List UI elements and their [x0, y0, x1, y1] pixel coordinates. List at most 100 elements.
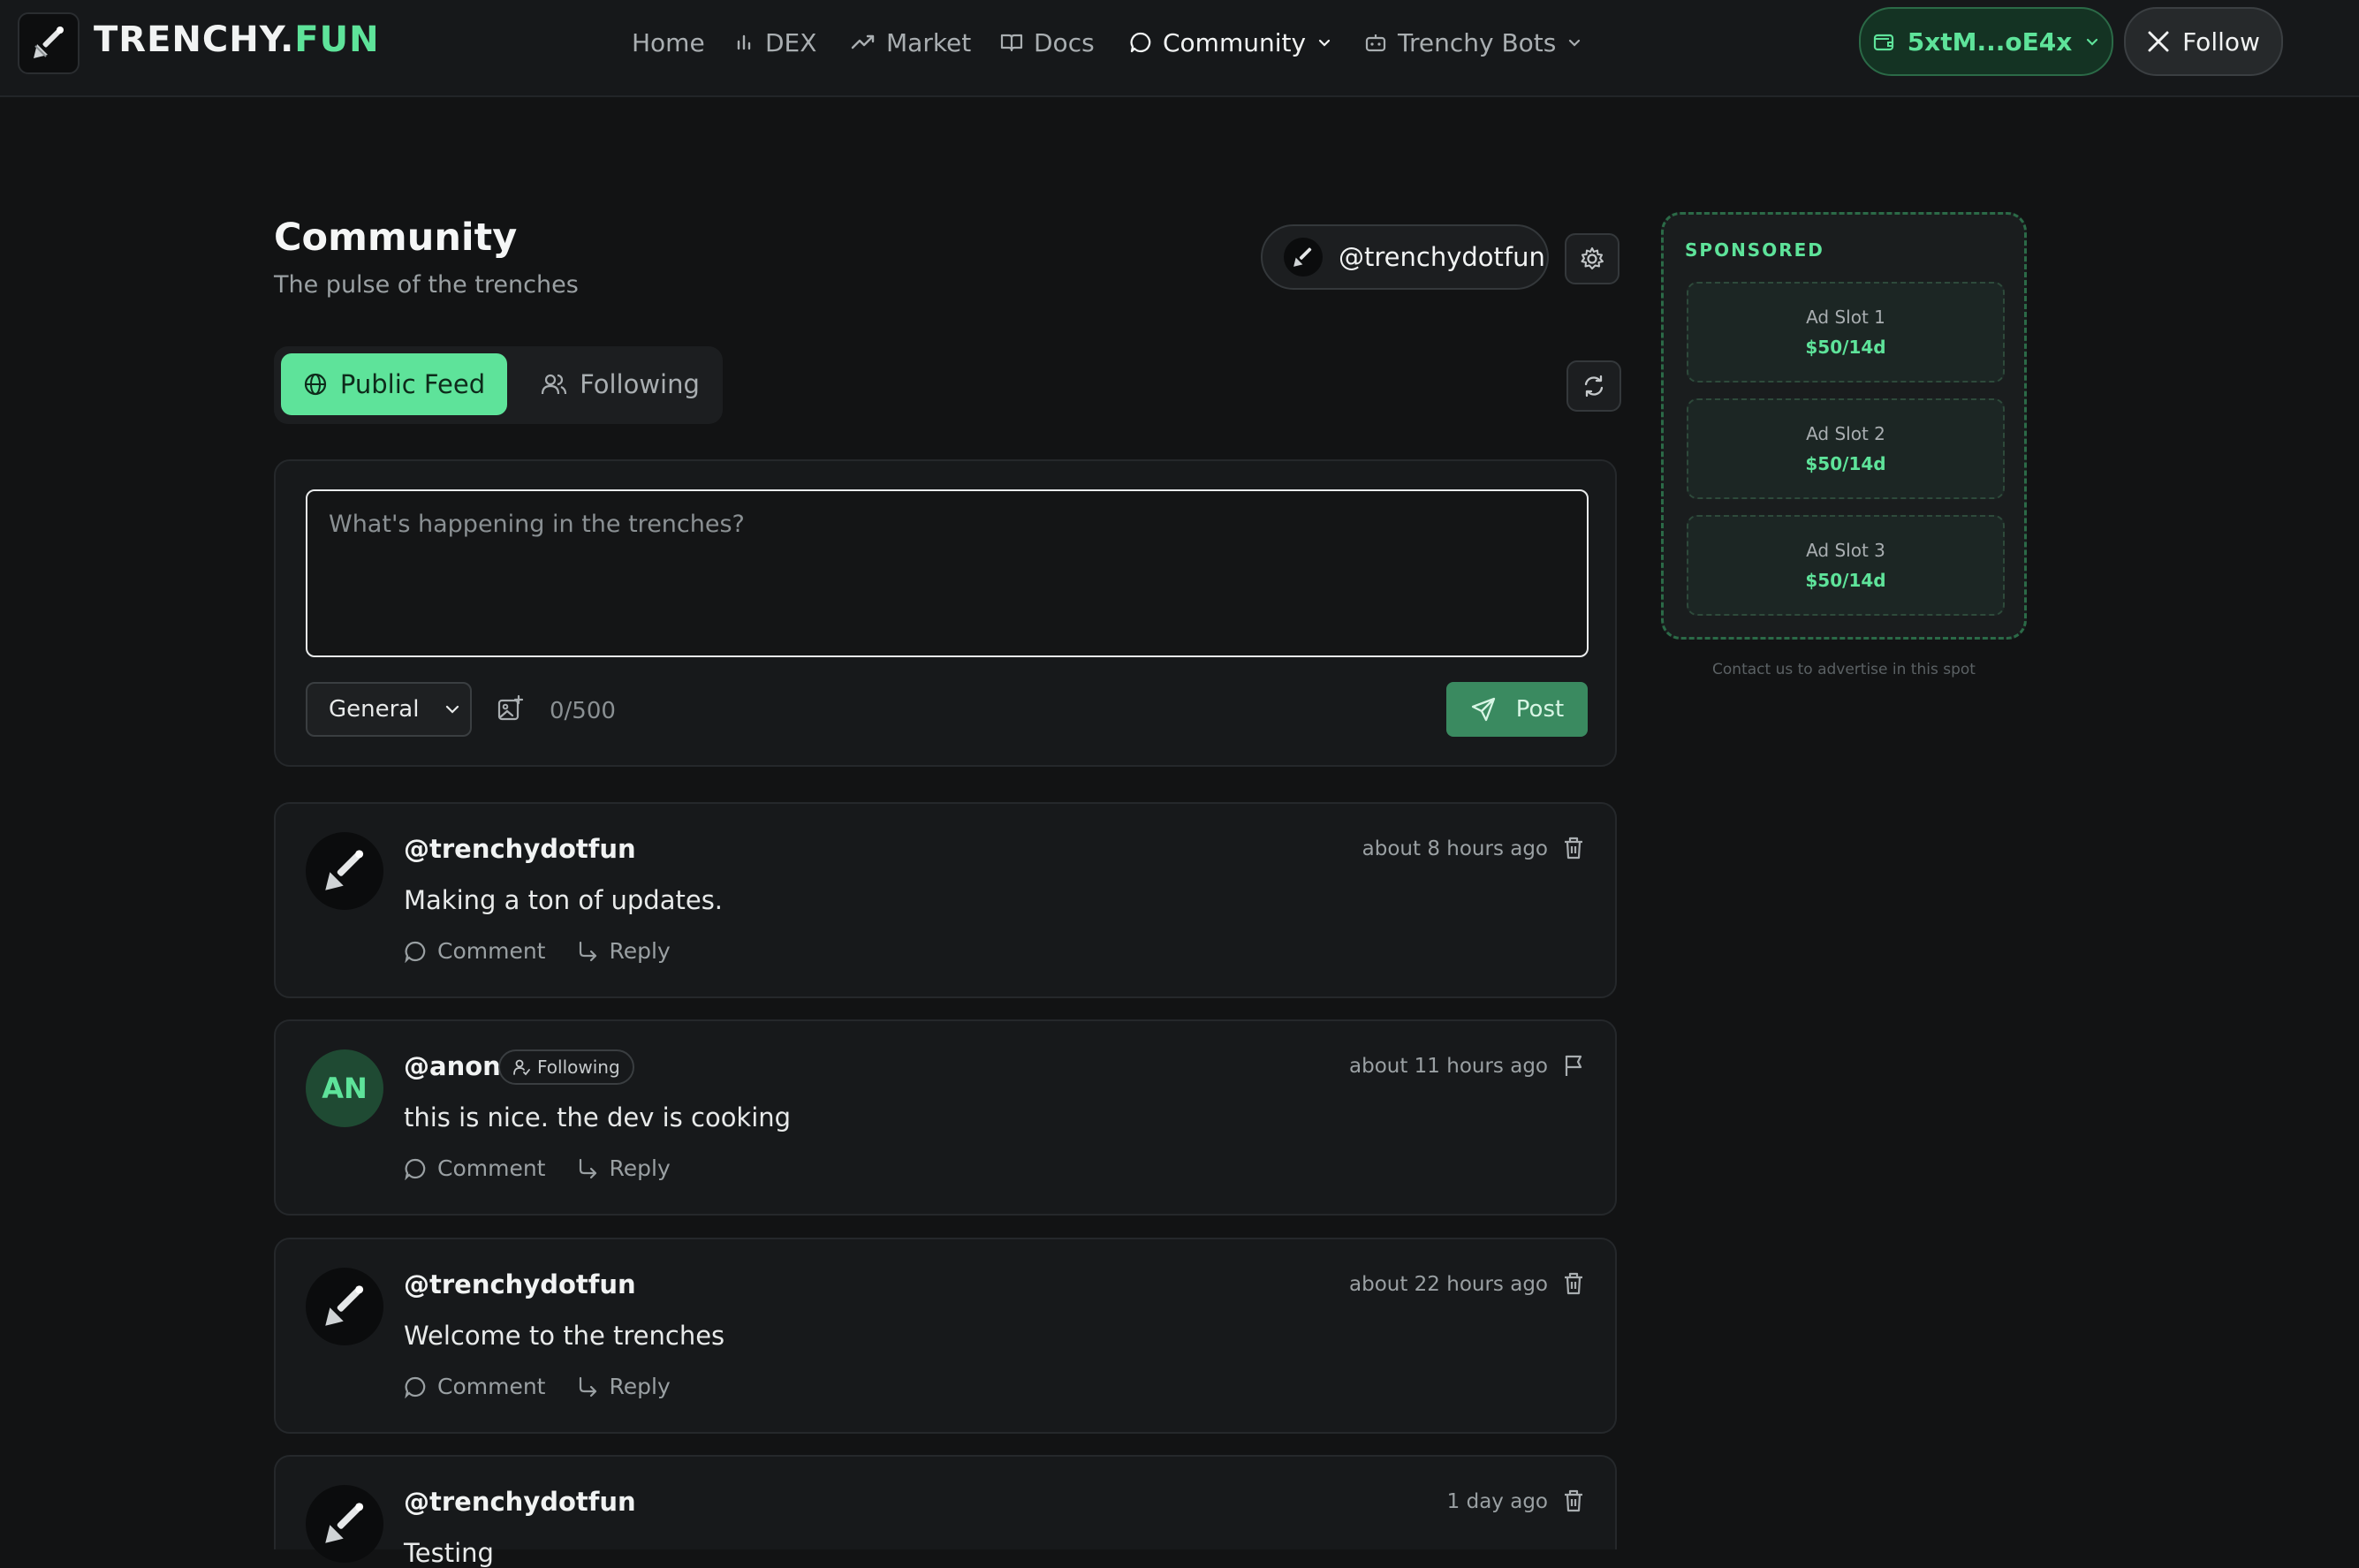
reply-arrow-icon [576, 940, 599, 963]
trash-icon[interactable] [1562, 1271, 1585, 1296]
following-badge-label: Following [537, 1057, 620, 1078]
following-badge: Following [498, 1049, 634, 1085]
post-actions: Comment Reply [404, 1155, 671, 1181]
nav-community[interactable]: Community [1129, 25, 1332, 60]
tab-following-label: Following [580, 369, 700, 399]
category-select[interactable]: General [306, 682, 472, 737]
refresh-button[interactable] [1566, 360, 1621, 412]
avatar[interactable]: AN [306, 1049, 383, 1127]
bot-icon [1364, 32, 1387, 53]
tab-following[interactable]: Following [532, 353, 709, 415]
tab-public-feed[interactable]: Public Feed [281, 353, 507, 415]
post-username[interactable]: @trenchydotfun [404, 1487, 636, 1517]
feed-post: @trenchydotfun about 8 hours ago Making … [274, 802, 1617, 998]
shovel-avatar-icon[interactable] [306, 832, 383, 910]
trash-icon[interactable] [1562, 836, 1585, 860]
comment-button[interactable]: Comment [404, 938, 546, 964]
comment-button[interactable]: Comment [404, 1155, 546, 1181]
nav-market-label: Market [886, 27, 972, 57]
chevron-down-icon [2084, 34, 2100, 49]
reply-button[interactable]: Reply [576, 938, 671, 964]
send-icon [1470, 696, 1497, 723]
post-body: Testing [404, 1538, 494, 1568]
settings-button[interactable] [1565, 233, 1619, 284]
nav-dex-label: DEX [765, 27, 817, 57]
comment-label: Comment [437, 1155, 546, 1181]
chevron-down-icon [1316, 34, 1332, 50]
post-body: this is nice. the dev is cooking [404, 1102, 792, 1132]
flag-icon[interactable] [1562, 1053, 1585, 1078]
profile-handle-button[interactable]: @trenchydotfun [1261, 224, 1549, 290]
ad-slot-name: Ad Slot 1 [1806, 307, 1885, 328]
comment-label: Comment [437, 938, 546, 964]
post-actions: Comment Reply [404, 938, 671, 964]
brand-name[interactable]: TRENCHY.FUN [94, 19, 380, 60]
bar-chart-icon [735, 33, 755, 52]
reply-button[interactable]: Reply [576, 1155, 671, 1181]
chat-bubble-icon [404, 940, 427, 963]
wallet-button[interactable]: 5xtM...oE4x [1859, 7, 2113, 76]
post-label: Post [1515, 696, 1565, 723]
feed-post: @trenchydotfun about 22 hours ago Welcom… [274, 1238, 1617, 1434]
page-subtitle: The pulse of the trenches [274, 271, 579, 299]
nav-dex[interactable]: DEX [735, 25, 816, 60]
profile-handle: @trenchydotfun [1339, 242, 1545, 272]
reply-label: Reply [609, 1374, 671, 1399]
nav-community-label: Community [1163, 27, 1307, 57]
ad-slot-price: $50/14d [1805, 453, 1886, 474]
sponsored-title: SPONSORED [1685, 239, 1824, 261]
post-username[interactable]: @anon [404, 1051, 501, 1081]
ad-slot[interactable]: Ad Slot 2 $50/14d [1687, 398, 2005, 499]
nav-home[interactable]: Home [632, 25, 705, 60]
feed-post: AN @anon Following about 11 hours ago th… [274, 1019, 1617, 1216]
advertise-note: Contact us to advertise in this spot [1712, 661, 1976, 678]
globe-icon [303, 372, 328, 397]
ad-slot-name: Ad Slot 2 [1806, 423, 1885, 444]
follow-label: Follow [2182, 27, 2260, 57]
x-logo-icon [2147, 30, 2170, 53]
chat-bubble-icon [1129, 31, 1152, 54]
tab-public-feed-label: Public Feed [339, 369, 486, 399]
feed-tabs: Public Feed Following [274, 346, 723, 424]
reply-arrow-icon [576, 1157, 599, 1180]
chat-bubble-icon [404, 1157, 427, 1180]
gear-icon [1579, 246, 1605, 272]
ad-slot[interactable]: Ad Slot 3 $50/14d [1687, 515, 2005, 616]
post-body: Welcome to the trenches [404, 1321, 725, 1351]
post-username[interactable]: @trenchydotfun [404, 1269, 636, 1299]
nav-trenchy-bots[interactable]: Trenchy Bots [1364, 25, 1582, 60]
shovel-avatar-icon[interactable] [306, 1485, 383, 1563]
post-timestamp: about 8 hours ago [1362, 837, 1548, 860]
post-timestamp: about 11 hours ago [1349, 1055, 1548, 1078]
ad-slot[interactable]: Ad Slot 1 $50/14d [1687, 282, 2005, 383]
book-icon [1000, 32, 1023, 53]
feed-post: @trenchydotfun 1 day ago Testing [274, 1455, 1617, 1568]
post-username[interactable]: @trenchydotfun [404, 834, 636, 864]
reply-label: Reply [609, 1155, 671, 1181]
image-plus-icon[interactable] [497, 694, 525, 723]
chevron-down-icon [444, 701, 461, 718]
ad-slot-price: $50/14d [1805, 570, 1886, 591]
char-counter: 0/500 [550, 698, 616, 724]
wallet-icon [1872, 31, 1895, 52]
ad-slot-name: Ad Slot 3 [1806, 540, 1885, 561]
post-body: Making a ton of updates. [404, 885, 724, 915]
sponsored-panel: SPONSORED Ad Slot 1 $50/14d Ad Slot 2 $5… [1661, 212, 2027, 640]
nav-docs-label: Docs [1034, 27, 1095, 57]
trash-icon[interactable] [1562, 1488, 1585, 1513]
post-button[interactable]: Post [1446, 682, 1588, 737]
comment-button[interactable]: Comment [404, 1374, 546, 1399]
reply-button[interactable]: Reply [576, 1374, 671, 1399]
category-value: General [329, 696, 420, 723]
post-actions: Comment Reply [404, 1374, 671, 1399]
nav-market[interactable]: Market [851, 25, 971, 60]
users-icon [541, 372, 567, 397]
follow-on-x-button[interactable]: Follow [2124, 7, 2283, 76]
chat-bubble-icon [404, 1375, 427, 1398]
shovel-avatar-icon[interactable] [306, 1268, 383, 1345]
shovel-logo-icon[interactable] [18, 12, 80, 74]
post-timestamp: 1 day ago [1446, 1490, 1548, 1513]
ad-slot-price: $50/14d [1805, 337, 1886, 358]
post-textarea[interactable]: What's happening in the trenches? [306, 489, 1589, 657]
nav-docs[interactable]: Docs [1000, 25, 1095, 60]
